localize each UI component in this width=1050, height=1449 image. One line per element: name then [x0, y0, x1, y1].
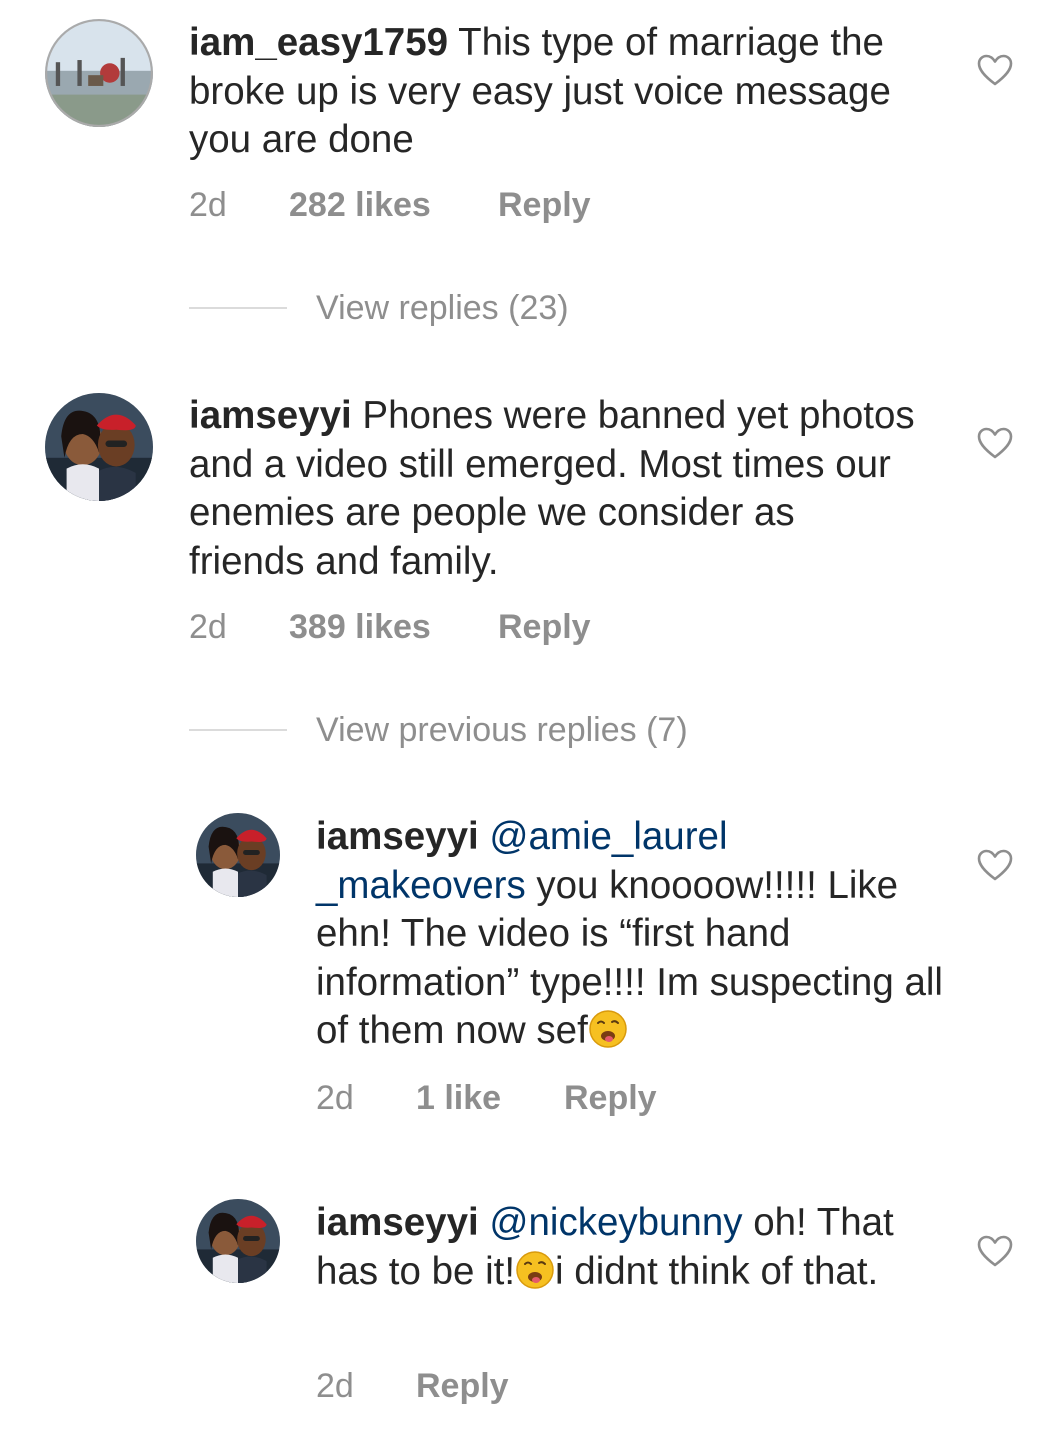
heart-icon[interactable]	[977, 54, 1013, 86]
comment-time: 2d	[189, 186, 227, 224]
heart-icon[interactable]	[977, 849, 1013, 881]
avatar-image	[45, 19, 153, 127]
comment-meta: 2d 1 like Reply	[316, 1078, 816, 1118]
comment-time: 2d	[189, 608, 227, 646]
reply-button[interactable]: Reply	[498, 185, 591, 225]
comment-text: iamseyyi Phones were banned yet photos a…	[189, 392, 919, 586]
likes-count[interactable]: 282 likes	[289, 185, 431, 225]
divider-line	[189, 729, 287, 731]
comment-time: 2d	[316, 1367, 354, 1405]
comment-time: 2d	[316, 1079, 354, 1117]
heart-icon[interactable]	[977, 1235, 1013, 1267]
avatar[interactable]	[196, 813, 280, 897]
avatar-image	[196, 813, 280, 897]
comment-meta: 2d 282 likes Reply	[189, 185, 689, 225]
likes-count[interactable]: 389 likes	[289, 607, 431, 647]
comment-text: iam_easy1759 This type of marriage the b…	[189, 19, 909, 165]
comment-body-continued: i didnt think of that.	[555, 1249, 879, 1293]
comment-text: iamseyyi @nickeybunny oh! That has to be…	[316, 1199, 946, 1296]
heart-icon[interactable]	[977, 427, 1013, 459]
mention-link-continued[interactable]: _makeovers	[316, 864, 526, 907]
comment-username[interactable]: iamseyyi	[189, 394, 352, 437]
view-replies-label: View replies (23)	[316, 289, 569, 327]
mention-link[interactable]: @nickeybunny	[489, 1201, 742, 1244]
comment-meta: 2d 389 likes Reply	[189, 607, 689, 647]
avatar[interactable]	[45, 393, 153, 501]
comment-text: iamseyyi @amie_laurel _makeovers you knoo…	[316, 813, 946, 1056]
divider-line	[189, 307, 287, 309]
mention-link[interactable]: @amie_laurel	[489, 815, 727, 858]
view-replies-label: View previous replies (7)	[316, 711, 688, 749]
avatar[interactable]	[45, 19, 153, 127]
likes-count[interactable]: 1 like	[416, 1078, 501, 1118]
winking-face-with-tongue-emoji	[515, 1250, 555, 1290]
comment-username[interactable]: iamseyyi	[316, 1201, 479, 1244]
avatar[interactable]	[196, 1199, 280, 1283]
reply-button[interactable]: Reply	[416, 1366, 509, 1406]
comment-username[interactable]: iam_easy1759	[189, 21, 448, 64]
avatar-image	[45, 393, 153, 501]
avatar-image	[196, 1199, 280, 1283]
reply-button[interactable]: Reply	[564, 1078, 657, 1118]
view-previous-replies-button[interactable]: View previous replies (7)	[189, 710, 839, 750]
view-replies-button[interactable]: View replies (23)	[189, 288, 789, 328]
winking-face-with-tongue-emoji	[588, 1009, 628, 1049]
comment-meta: 2d Reply	[316, 1366, 716, 1406]
reply-button[interactable]: Reply	[498, 607, 591, 647]
comment-username[interactable]: iamseyyi	[316, 815, 479, 858]
